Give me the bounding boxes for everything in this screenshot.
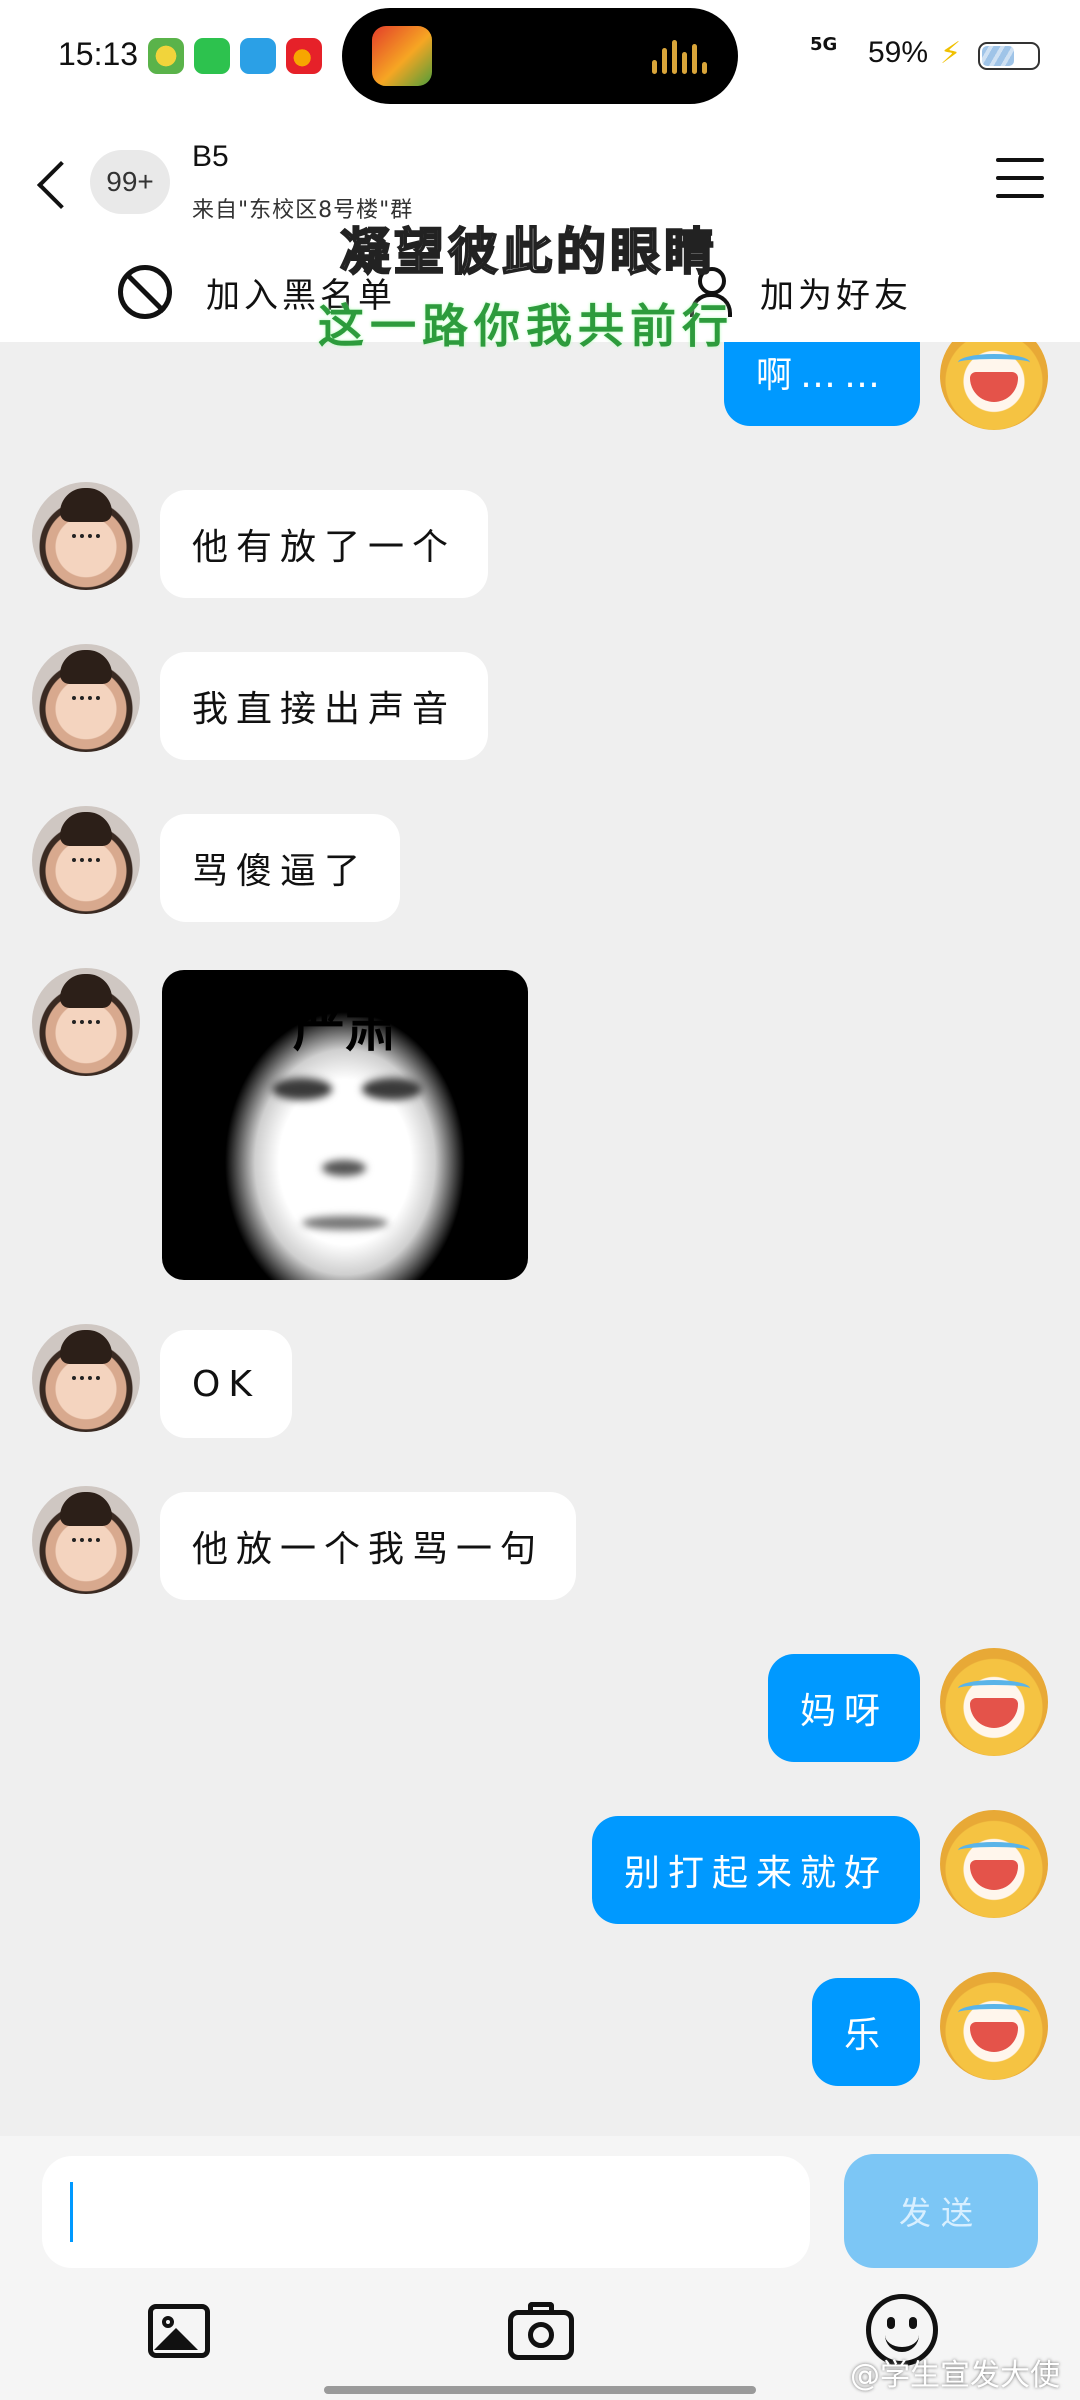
my-avatar[interactable] — [940, 1648, 1048, 1756]
block-icon — [118, 265, 172, 319]
sticker-image[interactable]: 严肃 — [162, 970, 528, 1280]
sender-avatar[interactable] — [32, 1486, 140, 1594]
telegram-icon — [240, 38, 276, 74]
now-playing-app-icon — [372, 26, 432, 86]
menu-button[interactable] — [996, 158, 1044, 198]
sender-avatar[interactable] — [32, 644, 140, 752]
sender-avatar[interactable] — [32, 968, 140, 1076]
message-bubble-outgoing[interactable]: 妈呀 — [767, 1654, 920, 1762]
back-button[interactable] — [28, 152, 78, 222]
battery-icon — [978, 42, 1040, 70]
network-indicator: 5G — [810, 34, 838, 55]
my-avatar[interactable] — [940, 342, 1048, 430]
lyric-overlay-line1: 凝望彼此的眼睛 — [339, 222, 718, 282]
message-bubble-incoming[interactable]: 我直接出声音 — [160, 652, 489, 760]
image-picker-button[interactable] — [144, 2298, 214, 2364]
my-avatar[interactable] — [940, 1810, 1048, 1918]
message-bubble-incoming[interactable]: 他有放了一个 — [160, 490, 489, 598]
status-bar: 15:13 5G 59% ⚡ — [0, 0, 1080, 112]
text-caret — [70, 2182, 73, 2242]
chat-title: B5 — [192, 140, 229, 173]
camera-button[interactable] — [506, 2298, 576, 2364]
weibo-icon — [286, 38, 322, 74]
charging-bolt-icon: ⚡ — [940, 36, 962, 71]
dynamic-island[interactable] — [342, 8, 738, 104]
app-notification-icon — [148, 38, 184, 74]
unread-count-badge[interactable]: 99+ — [90, 150, 170, 214]
sender-avatar[interactable] — [32, 482, 140, 590]
wechat-icon — [194, 38, 230, 74]
audio-wave-icon — [652, 40, 712, 74]
battery-percent: 59% — [868, 36, 929, 69]
message-bubble-incoming[interactable]: OK — [160, 1330, 292, 1438]
message-input[interactable] — [42, 2156, 810, 2268]
watermark: @学生宣发大使 — [850, 2358, 1060, 2393]
add-friend-label: 加为好友 — [760, 275, 912, 316]
message-bubble-incoming[interactable]: 骂傻逼了 — [160, 814, 401, 922]
status-right-cluster: 5G 59% ⚡ — [810, 34, 1050, 78]
message-list[interactable]: 啊…… 他有放了一个 我直接出声音 骂傻逼了 严肃 OK 他放一个我骂一句 妈呀… — [0, 342, 1080, 2136]
my-avatar[interactable] — [940, 1972, 1048, 2080]
message-bubble-incoming[interactable]: 他放一个我骂一句 — [160, 1492, 577, 1600]
sticker-caption: 严肃 — [292, 999, 397, 1059]
sender-avatar[interactable] — [32, 1324, 140, 1432]
message-bubble-outgoing[interactable]: 别打起来就好 — [591, 1816, 920, 1924]
sender-avatar[interactable] — [32, 806, 140, 914]
home-indicator[interactable] — [324, 2386, 756, 2394]
status-time: 15:13 — [58, 36, 139, 72]
message-bubble-outgoing[interactable]: 啊…… — [723, 342, 920, 426]
message-bubble-outgoing[interactable]: 乐 — [811, 1978, 920, 2086]
send-button[interactable]: 发送 — [844, 2154, 1038, 2268]
